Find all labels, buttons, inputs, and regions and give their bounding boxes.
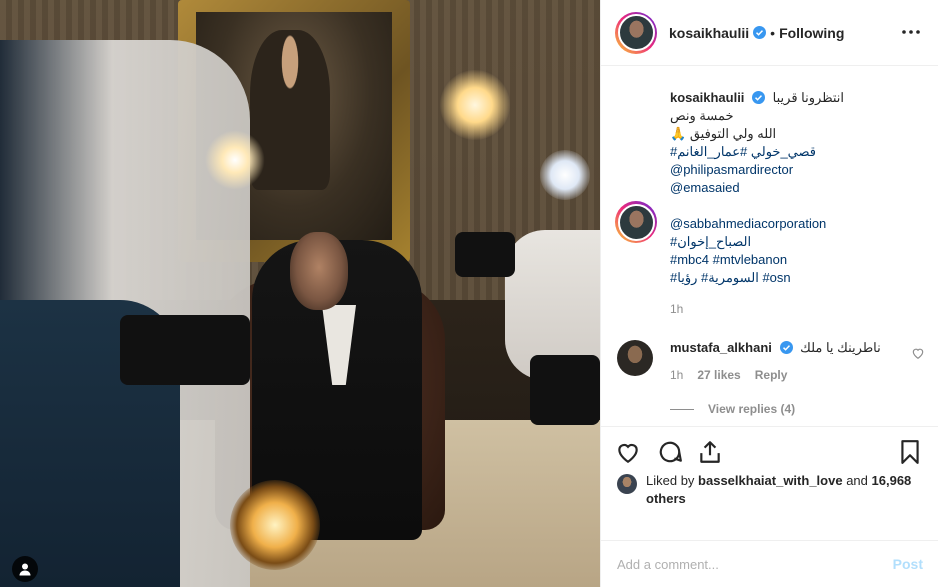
- post-comment-button[interactable]: Post: [893, 556, 923, 572]
- author-avatar-ring[interactable]: [615, 11, 657, 54]
- caption-mention[interactable]: @emasaied: [670, 179, 938, 197]
- caption-hashtags[interactable]: #الصباح_إخوان: [670, 233, 938, 251]
- more-options-icon[interactable]: [901, 22, 921, 42]
- replies-divider: [670, 408, 694, 410]
- author-username[interactable]: kosaikhaulii: [669, 25, 749, 41]
- header-separator: •: [770, 24, 776, 41]
- post-photo[interactable]: [0, 0, 600, 587]
- caption-mention[interactable]: @philipasmardirector: [670, 161, 938, 179]
- comment-timestamp[interactable]: 1h: [670, 368, 683, 382]
- post-sidebar: kosaikhaulii • Following kosaikhaulii ان…: [600, 0, 938, 587]
- comment-input[interactable]: [617, 556, 893, 572]
- avatar[interactable]: [617, 203, 655, 241]
- heart-icon[interactable]: [911, 346, 925, 360]
- comments-area[interactable]: kosaikhaulii انتظرونا قريبا خمسة ونص 🙏 ا…: [601, 66, 938, 426]
- caption-mention[interactable]: @sabbahmediacorporation: [670, 215, 938, 233]
- comment-icon[interactable]: [657, 439, 683, 465]
- likes-conjunction: and: [846, 473, 868, 488]
- likes-summary: Liked by basselkhaiat_with_love and 16,9…: [617, 472, 917, 508]
- add-comment-bar: Post: [601, 540, 938, 587]
- photo-camera: [455, 232, 515, 277]
- comment-content: ناطرينك يا ملك: [800, 340, 881, 355]
- comment-username[interactable]: mustafa_alkhani: [670, 340, 772, 355]
- likes-text: Liked by basselkhaiat_with_love and 16,9…: [617, 472, 917, 508]
- caption-line: 🙏 الله ولي التوفيق: [670, 126, 777, 141]
- photo-floor-lamp: [230, 480, 320, 570]
- photo-chandelier: [440, 70, 510, 140]
- user-tag-icon[interactable]: [12, 556, 38, 582]
- photo-man-head: [290, 232, 348, 310]
- photo-camera: [530, 355, 600, 425]
- action-bar: [601, 426, 938, 474]
- caption-line: خمسة ونص: [670, 108, 734, 123]
- caption-avatar-ring[interactable]: [615, 201, 657, 243]
- caption-hashtags[interactable]: #السومرية# رؤيا #osn: [670, 269, 938, 287]
- photo-studio-light: [540, 150, 590, 200]
- avatar[interactable]: [617, 14, 655, 51]
- avatar[interactable]: [617, 340, 653, 376]
- verified-badge-icon: [752, 91, 766, 104]
- verified-badge-icon: [753, 26, 767, 39]
- share-icon[interactable]: [697, 439, 723, 465]
- caption-text: kosaikhaulii انتظرونا قريبا خمسة ونص 🙏 ا…: [670, 89, 938, 287]
- likes-prefix: Liked by: [646, 473, 695, 488]
- heart-icon[interactable]: [615, 439, 641, 465]
- follow-button[interactable]: Following: [779, 25, 844, 41]
- comment-text: mustafa_alkhani ناطرينك يا ملك: [670, 339, 890, 357]
- liker-username[interactable]: basselkhaiat_with_love: [698, 473, 843, 488]
- caption-timestamp[interactable]: 1h: [670, 302, 683, 316]
- caption-line: انتظرونا قريبا: [772, 90, 845, 105]
- bookmark-icon[interactable]: [897, 439, 923, 465]
- view-replies-button[interactable]: View replies (4): [670, 402, 795, 416]
- caption-hashtags[interactable]: #mbc4 #mtvlebanon: [670, 251, 938, 269]
- view-replies-label: View replies (4): [708, 402, 796, 416]
- avatar[interactable]: [617, 474, 637, 494]
- caption-hashtags[interactable]: #قصي_خولي #عمار_الغانم: [670, 143, 938, 161]
- caption-username[interactable]: kosaikhaulii: [670, 90, 744, 105]
- reply-button[interactable]: Reply: [755, 368, 788, 382]
- photo-studio-light: [205, 130, 265, 190]
- comment-meta: 1h 27 likes Reply: [670, 368, 787, 382]
- post-header: kosaikhaulii • Following: [601, 0, 938, 66]
- comment-likes-count[interactable]: 27 likes: [697, 368, 740, 382]
- verified-badge-icon: [779, 341, 793, 354]
- photo-camera: [120, 315, 250, 385]
